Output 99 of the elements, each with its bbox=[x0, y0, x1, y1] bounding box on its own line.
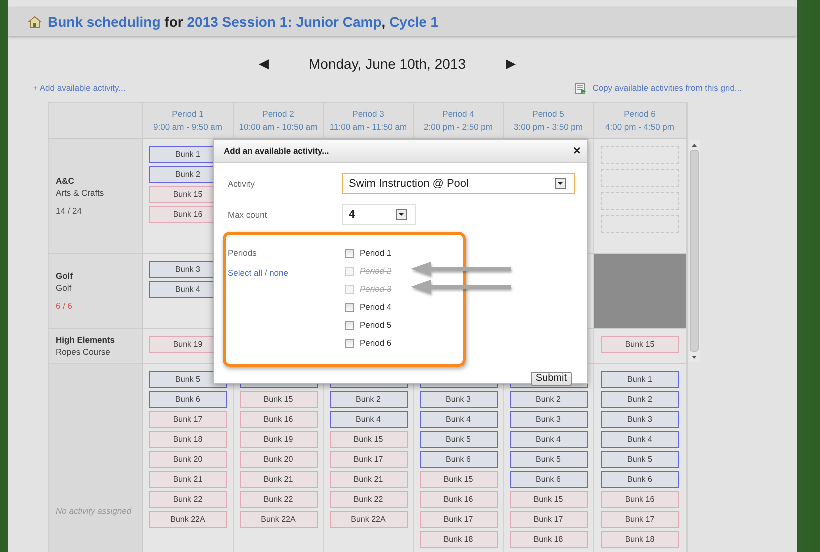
bunk-chip[interactable]: Bunk 15 bbox=[240, 391, 318, 408]
bunk-chip[interactable]: Bunk 6 bbox=[420, 451, 498, 468]
bunk-chip[interactable]: Bunk 17 bbox=[149, 411, 227, 428]
unassigned-note: No activity assigned bbox=[56, 506, 133, 516]
bunk-chip[interactable]: Bunk 15 bbox=[510, 491, 588, 508]
bunk-chip[interactable]: Bunk 21 bbox=[330, 471, 408, 488]
checkbox[interactable] bbox=[345, 338, 354, 348]
bunk-chip[interactable]: Bunk 5 bbox=[420, 431, 498, 448]
bunk-chip[interactable]: Bunk 4 bbox=[510, 431, 588, 448]
previous-day-button[interactable]: ◀ bbox=[259, 56, 270, 72]
bunk-chip[interactable]: Bunk 16 bbox=[420, 491, 498, 508]
select-all-link[interactable]: Select all / none bbox=[228, 268, 342, 278]
bunk-chip[interactable]: Bunk 5 bbox=[601, 451, 679, 468]
bunk-chip[interactable]: Bunk 4 bbox=[601, 431, 679, 448]
checkbox-label: Period 4 bbox=[360, 302, 392, 312]
period-name: Period 3 bbox=[352, 109, 384, 119]
field-label: Max count bbox=[228, 210, 268, 220]
bunk-chip[interactable]: Bunk 5 bbox=[510, 451, 588, 468]
bunk-chip[interactable]: Bunk 6 bbox=[510, 471, 588, 488]
period-name: Period 2 bbox=[262, 109, 294, 119]
bunk-chip[interactable]: Bunk 4 bbox=[330, 411, 408, 428]
bunk-chip[interactable]: Bunk 2 bbox=[510, 391, 588, 408]
period-time: 3:00 pm - 3:50 pm bbox=[514, 122, 583, 132]
period-time: 4:00 pm - 4:50 pm bbox=[606, 122, 674, 132]
submit-button[interactable]: Submit bbox=[530, 372, 572, 386]
scroll-down-icon bbox=[692, 356, 697, 358]
capacity-count: 14 / 24 bbox=[56, 206, 83, 216]
bunk-chip[interactable]: Bunk 3 bbox=[510, 411, 588, 428]
checkbox-label: Period 6 bbox=[360, 338, 392, 348]
bunk-chip[interactable]: Bunk 22A bbox=[149, 511, 227, 528]
capacity-count: 6 / 6 bbox=[56, 301, 74, 311]
bunk-chip[interactable]: Bunk 15 bbox=[601, 336, 679, 353]
checkbox[interactable] bbox=[345, 302, 354, 312]
next-day-button[interactable]: ▶ bbox=[506, 56, 516, 72]
field-label: Activity bbox=[228, 178, 256, 188]
activity-select[interactable]: Swim Instruction @ Pool bbox=[342, 173, 575, 194]
bunk-chip[interactable]: Bunk 18 bbox=[149, 431, 227, 448]
bunk-chip[interactable]: Bunk 20 bbox=[149, 451, 227, 468]
bunk-chip[interactable]: Bunk 17 bbox=[510, 511, 588, 528]
bunk-chip[interactable]: Bunk 4 bbox=[420, 411, 498, 428]
scroll-thumb[interactable] bbox=[690, 150, 699, 352]
bunk-chip[interactable]: Bunk 16 bbox=[601, 491, 679, 508]
bunk-chip[interactable]: Bunk 15 bbox=[420, 471, 498, 488]
period-time: 2:00 pm - 2:50 pm bbox=[424, 122, 493, 132]
bunk-chip[interactable]: Bunk 21 bbox=[240, 471, 318, 488]
period-time: 9:00 am - 9:50 am bbox=[154, 122, 222, 132]
period-time: 10:00 am - 10:50 am bbox=[239, 122, 318, 132]
bunk-chip[interactable]: Bunk 18 bbox=[420, 531, 498, 548]
bunk-chip[interactable]: Bunk 21 bbox=[149, 471, 227, 488]
bunk-chip[interactable]: Bunk 3 bbox=[601, 411, 679, 428]
activity-name: Golf bbox=[56, 271, 74, 281]
checkbox[interactable] bbox=[345, 320, 354, 330]
bunk-chip[interactable]: Bunk 19 bbox=[240, 431, 318, 448]
bunk-chip[interactable]: Bunk 18 bbox=[510, 531, 588, 548]
field-label: Periods bbox=[228, 248, 258, 258]
checkbox-label: Period 1 bbox=[360, 248, 392, 258]
max-count-select[interactable]: 4 bbox=[342, 204, 416, 225]
bunk-chip[interactable]: Bunk 22A bbox=[330, 511, 408, 528]
bunk-chip[interactable]: Bunk 2 bbox=[601, 391, 679, 408]
copy-grid-icon bbox=[574, 82, 587, 94]
current-date: Monday, June 10th, 2013 bbox=[309, 56, 466, 72]
bunk-chip[interactable]: Bunk 18 bbox=[601, 531, 679, 548]
period-time: 11:00 am - 11:50 am bbox=[330, 122, 408, 132]
scrollbar[interactable] bbox=[689, 140, 700, 362]
period-name: Period 6 bbox=[624, 109, 656, 119]
activity-subtitle: Golf bbox=[56, 283, 73, 293]
page-title: Bunk scheduling for 2013 Session 1: Junior Camp, Cycle 1 bbox=[48, 14, 439, 30]
dropdown-icon bbox=[396, 209, 407, 220]
period-name: Period 4 bbox=[442, 109, 474, 119]
close-button[interactable]: × bbox=[573, 145, 581, 157]
dropdown-icon bbox=[555, 178, 566, 189]
bunk-chip[interactable]: Bunk 22 bbox=[330, 491, 408, 508]
activity-subtitle: Ropes Course bbox=[56, 347, 112, 357]
bunk-chip[interactable]: Bunk 17 bbox=[420, 511, 498, 528]
activity-subtitle: Arts & Crafts bbox=[56, 188, 106, 198]
bunk-chip[interactable]: Bunk 15 bbox=[330, 431, 408, 448]
house-icon bbox=[28, 16, 42, 28]
dialog-title: Add an available activity... bbox=[224, 146, 330, 156]
bunk-chip[interactable]: Bunk 1 bbox=[601, 371, 679, 388]
bunk-chip[interactable]: Bunk 16 bbox=[240, 411, 318, 428]
bunk-chip[interactable]: Bunk 2 bbox=[330, 391, 408, 408]
activity-name: A&C bbox=[56, 176, 76, 186]
bunk-chip[interactable]: Bunk 3 bbox=[420, 391, 498, 408]
bunk-chip[interactable]: Bunk 22 bbox=[149, 491, 227, 508]
checkbox-label: Period 5 bbox=[360, 320, 392, 330]
bunk-chip[interactable]: Bunk 17 bbox=[601, 511, 679, 528]
bunk-chip[interactable]: Bunk 6 bbox=[149, 391, 227, 408]
scroll-up-icon bbox=[692, 144, 697, 146]
bunk-chip[interactable]: Bunk 6 bbox=[601, 471, 679, 488]
bunk-chip[interactable]: Bunk 22A bbox=[240, 511, 318, 528]
bunk-chip[interactable]: Bunk 17 bbox=[330, 451, 408, 468]
period-name: Period 1 bbox=[172, 109, 204, 119]
checkbox-label: Period 2 bbox=[360, 266, 392, 276]
bunk-chip[interactable]: Bunk 22 bbox=[240, 491, 318, 508]
bunk-chip[interactable]: Bunk 20 bbox=[240, 451, 318, 468]
period-name: Period 5 bbox=[532, 109, 564, 119]
checkbox-label: Period 3 bbox=[360, 284, 392, 294]
checkbox[interactable] bbox=[345, 248, 354, 258]
activity-name: High Elements bbox=[56, 335, 116, 345]
